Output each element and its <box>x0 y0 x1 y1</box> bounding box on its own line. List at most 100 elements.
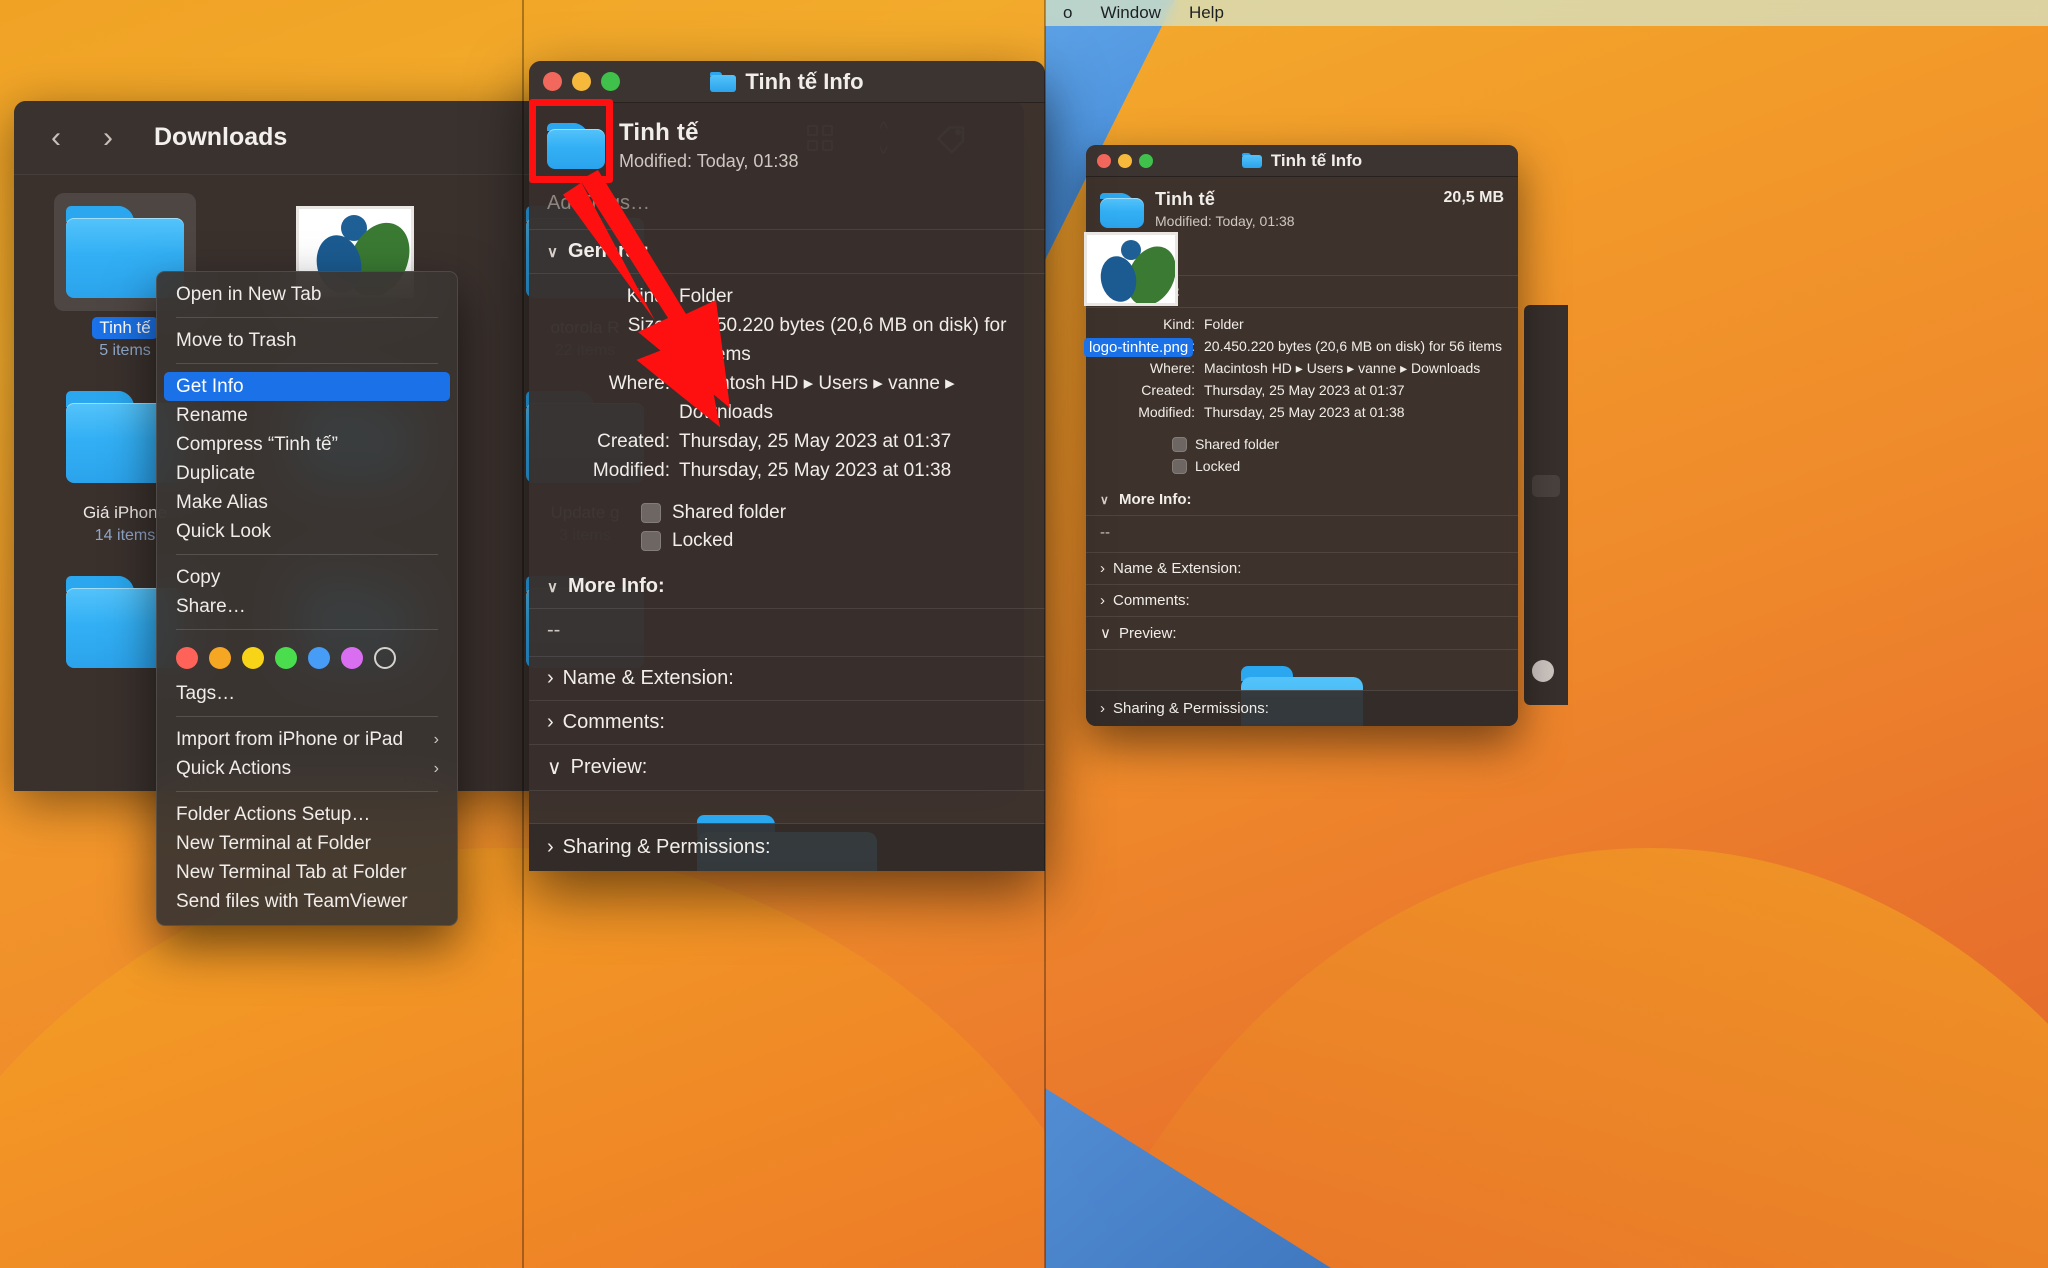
chevron-down-icon: ∨ <box>547 757 562 779</box>
maximize-button[interactable] <box>601 72 620 91</box>
context-menu-item-label: Quick Look <box>176 520 272 542</box>
context-menu-separator <box>176 716 438 717</box>
info-row-key: Size: <box>627 315 670 336</box>
info-row: Modified: Thursday, 25 May 2023 at 01:38 <box>529 456 1029 485</box>
context-menu-item-quick-actions[interactable]: Quick Actions › <box>157 754 457 783</box>
folder-icon <box>710 71 737 92</box>
preview-section-header[interactable]: ∨ Preview: <box>1086 617 1518 650</box>
context-menu-item-tags[interactable]: Tags… <box>157 679 457 708</box>
add-tags-field[interactable]: Add Tags… <box>529 182 1045 230</box>
info-window-titlebar: Tinh tế Info <box>529 61 1045 103</box>
locked-row[interactable]: Locked <box>1086 455 1506 477</box>
context-menu-item-label: Make Alias <box>176 491 268 513</box>
menu-item-window[interactable]: Window <box>1100 3 1160 23</box>
context-menu-item-duplicate[interactable]: Duplicate <box>157 459 457 488</box>
info-file-name: Tinh tế <box>1155 189 1216 209</box>
tag-color-dot-0[interactable] <box>176 647 198 669</box>
shared-folder-checkbox[interactable] <box>1172 436 1187 452</box>
chevron-right-icon: › <box>547 667 554 689</box>
info-row-value: Thursday, 25 May 2023 at 01:37 <box>1204 382 1405 398</box>
comments-section-header[interactable]: › Comments: <box>1086 585 1518 617</box>
context-menu-item-label: New Terminal Tab at Folder <box>176 861 407 883</box>
chevron-right-icon: › <box>433 730 439 748</box>
context-menu-item-get-info[interactable]: Get Info <box>164 372 450 401</box>
more-info-section-header[interactable]: ∨ More Info: <box>1086 484 1518 516</box>
tag-color-dot-5[interactable] <box>341 647 363 669</box>
context-menu-item-new-terminal-at-folder[interactable]: New Terminal at Folder <box>157 829 457 858</box>
context-menu-item-folder-actions-setup[interactable]: Folder Actions Setup… <box>157 800 457 829</box>
context-menu-item-share[interactable]: Share… <box>157 592 457 621</box>
more-info-value: -- <box>529 609 1045 657</box>
context-menu-item-new-terminal-tab-at-folder[interactable]: New Terminal Tab at Folder <box>157 858 457 887</box>
folder-icon[interactable] <box>1100 193 1144 228</box>
context-menu-item-make-alias[interactable]: Make Alias <box>157 488 457 517</box>
background-window-edge[interactable] <box>1524 305 1568 705</box>
comments-label: Comments: <box>1113 592 1190 609</box>
info-modified-short: Modified: Today, 01:38 <box>619 151 799 171</box>
context-menu-item-open-in-new-tab[interactable]: Open in New Tab <box>157 280 457 309</box>
menu-item-0[interactable]: o <box>1063 3 1072 23</box>
dragged-file-ghost[interactable]: logo-tinhte.png <box>1084 232 1194 357</box>
sharing-permissions-label: Sharing & Permissions: <box>1113 700 1269 717</box>
context-menu-item-label: Quick Actions <box>176 757 292 779</box>
info-row-value: Thursday, 25 May 2023 at 01:37 <box>679 431 952 452</box>
context-menu-item-rename[interactable]: Rename <box>157 401 457 430</box>
preview-label: Preview: <box>570 756 648 778</box>
info-row-value: 20.450.220 bytes (20,6 MB on disk) for 5… <box>679 315 1007 365</box>
context-menu-item-copy[interactable]: Copy <box>157 563 457 592</box>
tag-color-dot-2[interactable] <box>242 647 264 669</box>
context-menu-item-send-files-with-teamviewer[interactable]: Send files with TeamViewer <box>157 887 457 916</box>
sharing-permissions-section-header[interactable]: › Sharing & Permissions: <box>529 823 1045 871</box>
context-menu-item-compress-tinh-t[interactable]: Compress “Tinh tế” <box>157 430 457 459</box>
sharing-permissions-section-header[interactable]: › Sharing & Permissions: <box>1086 690 1518 726</box>
close-button[interactable] <box>1097 154 1111 168</box>
shared-folder-row[interactable]: Shared folder <box>1086 433 1506 455</box>
context-menu-item-quick-look[interactable]: Quick Look <box>157 517 457 546</box>
general-section-header[interactable]: ∨ General: <box>529 230 1045 274</box>
locked-label: Locked <box>672 530 734 551</box>
chevron-right-icon: › <box>547 836 554 858</box>
info-row: Created: Thursday, 25 May 2023 at 01:37 <box>529 427 1029 456</box>
locked-row[interactable]: Locked <box>529 527 1029 555</box>
locked-checkbox[interactable] <box>641 531 661 551</box>
minimize-button[interactable] <box>1118 154 1132 168</box>
dragged-file-name: logo-tinhte.png <box>1084 338 1194 357</box>
info-row-key: Where: <box>608 373 670 394</box>
maximize-button[interactable] <box>1139 154 1153 168</box>
info-row: Where: Macintosh HD ▸ Users ▸ vanne ▸ Dow… <box>529 369 1029 427</box>
info-size-badge: 20,5 MB <box>1443 189 1504 206</box>
finder-path-title: Downloads <box>154 123 288 151</box>
more-info-section-header[interactable]: ∨ More Info: <box>529 565 1045 609</box>
tag-color-dot-3[interactable] <box>275 647 297 669</box>
chevron-down-icon: ∨ <box>547 243 558 261</box>
comments-section-header[interactable]: › Comments: <box>529 701 1045 745</box>
name-extension-section-header[interactable]: › Name & Extension: <box>1086 553 1518 585</box>
chevron-right-icon: › <box>1100 700 1105 717</box>
forward-button[interactable]: › <box>92 121 124 155</box>
preview-section-header[interactable]: ∨ Preview: <box>529 745 1045 791</box>
context-menu-item-import-from-iphone-or-ipad[interactable]: Import from iPhone or iPad › <box>157 725 457 754</box>
traffic-lights[interactable] <box>543 72 620 91</box>
tag-color-row[interactable] <box>157 638 457 679</box>
shared-folder-checkbox[interactable] <box>641 503 661 523</box>
tag-color-none[interactable] <box>374 647 396 669</box>
context-menu-item-move-to-trash[interactable]: Move to Trash <box>157 326 457 355</box>
shared-folder-row[interactable]: Shared folder <box>529 499 1029 527</box>
context-menu-item-label: Get Info <box>176 375 244 397</box>
context-menu-separator <box>176 629 438 630</box>
chevron-right-icon: › <box>1100 560 1105 577</box>
menu-item-help[interactable]: Help <box>1189 3 1224 23</box>
comments-label: Comments: <box>562 711 665 733</box>
menu-bar[interactable]: o Window Help <box>1045 0 2048 26</box>
tag-color-dot-1[interactable] <box>209 647 231 669</box>
close-button[interactable] <box>543 72 562 91</box>
chevron-down-icon: ∨ <box>1100 625 1111 642</box>
locked-checkbox[interactable] <box>1172 458 1187 474</box>
minimize-button[interactable] <box>572 72 591 91</box>
traffic-lights[interactable] <box>1097 154 1153 168</box>
context-menu[interactable]: Open in New Tab Move to Trash Get Info Rena… <box>156 271 458 926</box>
name-extension-section-header[interactable]: › Name & Extension: <box>529 657 1045 701</box>
tag-color-dot-4[interactable] <box>308 647 330 669</box>
back-button[interactable]: ‹ <box>40 121 72 155</box>
chevron-right-icon: › <box>433 759 439 777</box>
